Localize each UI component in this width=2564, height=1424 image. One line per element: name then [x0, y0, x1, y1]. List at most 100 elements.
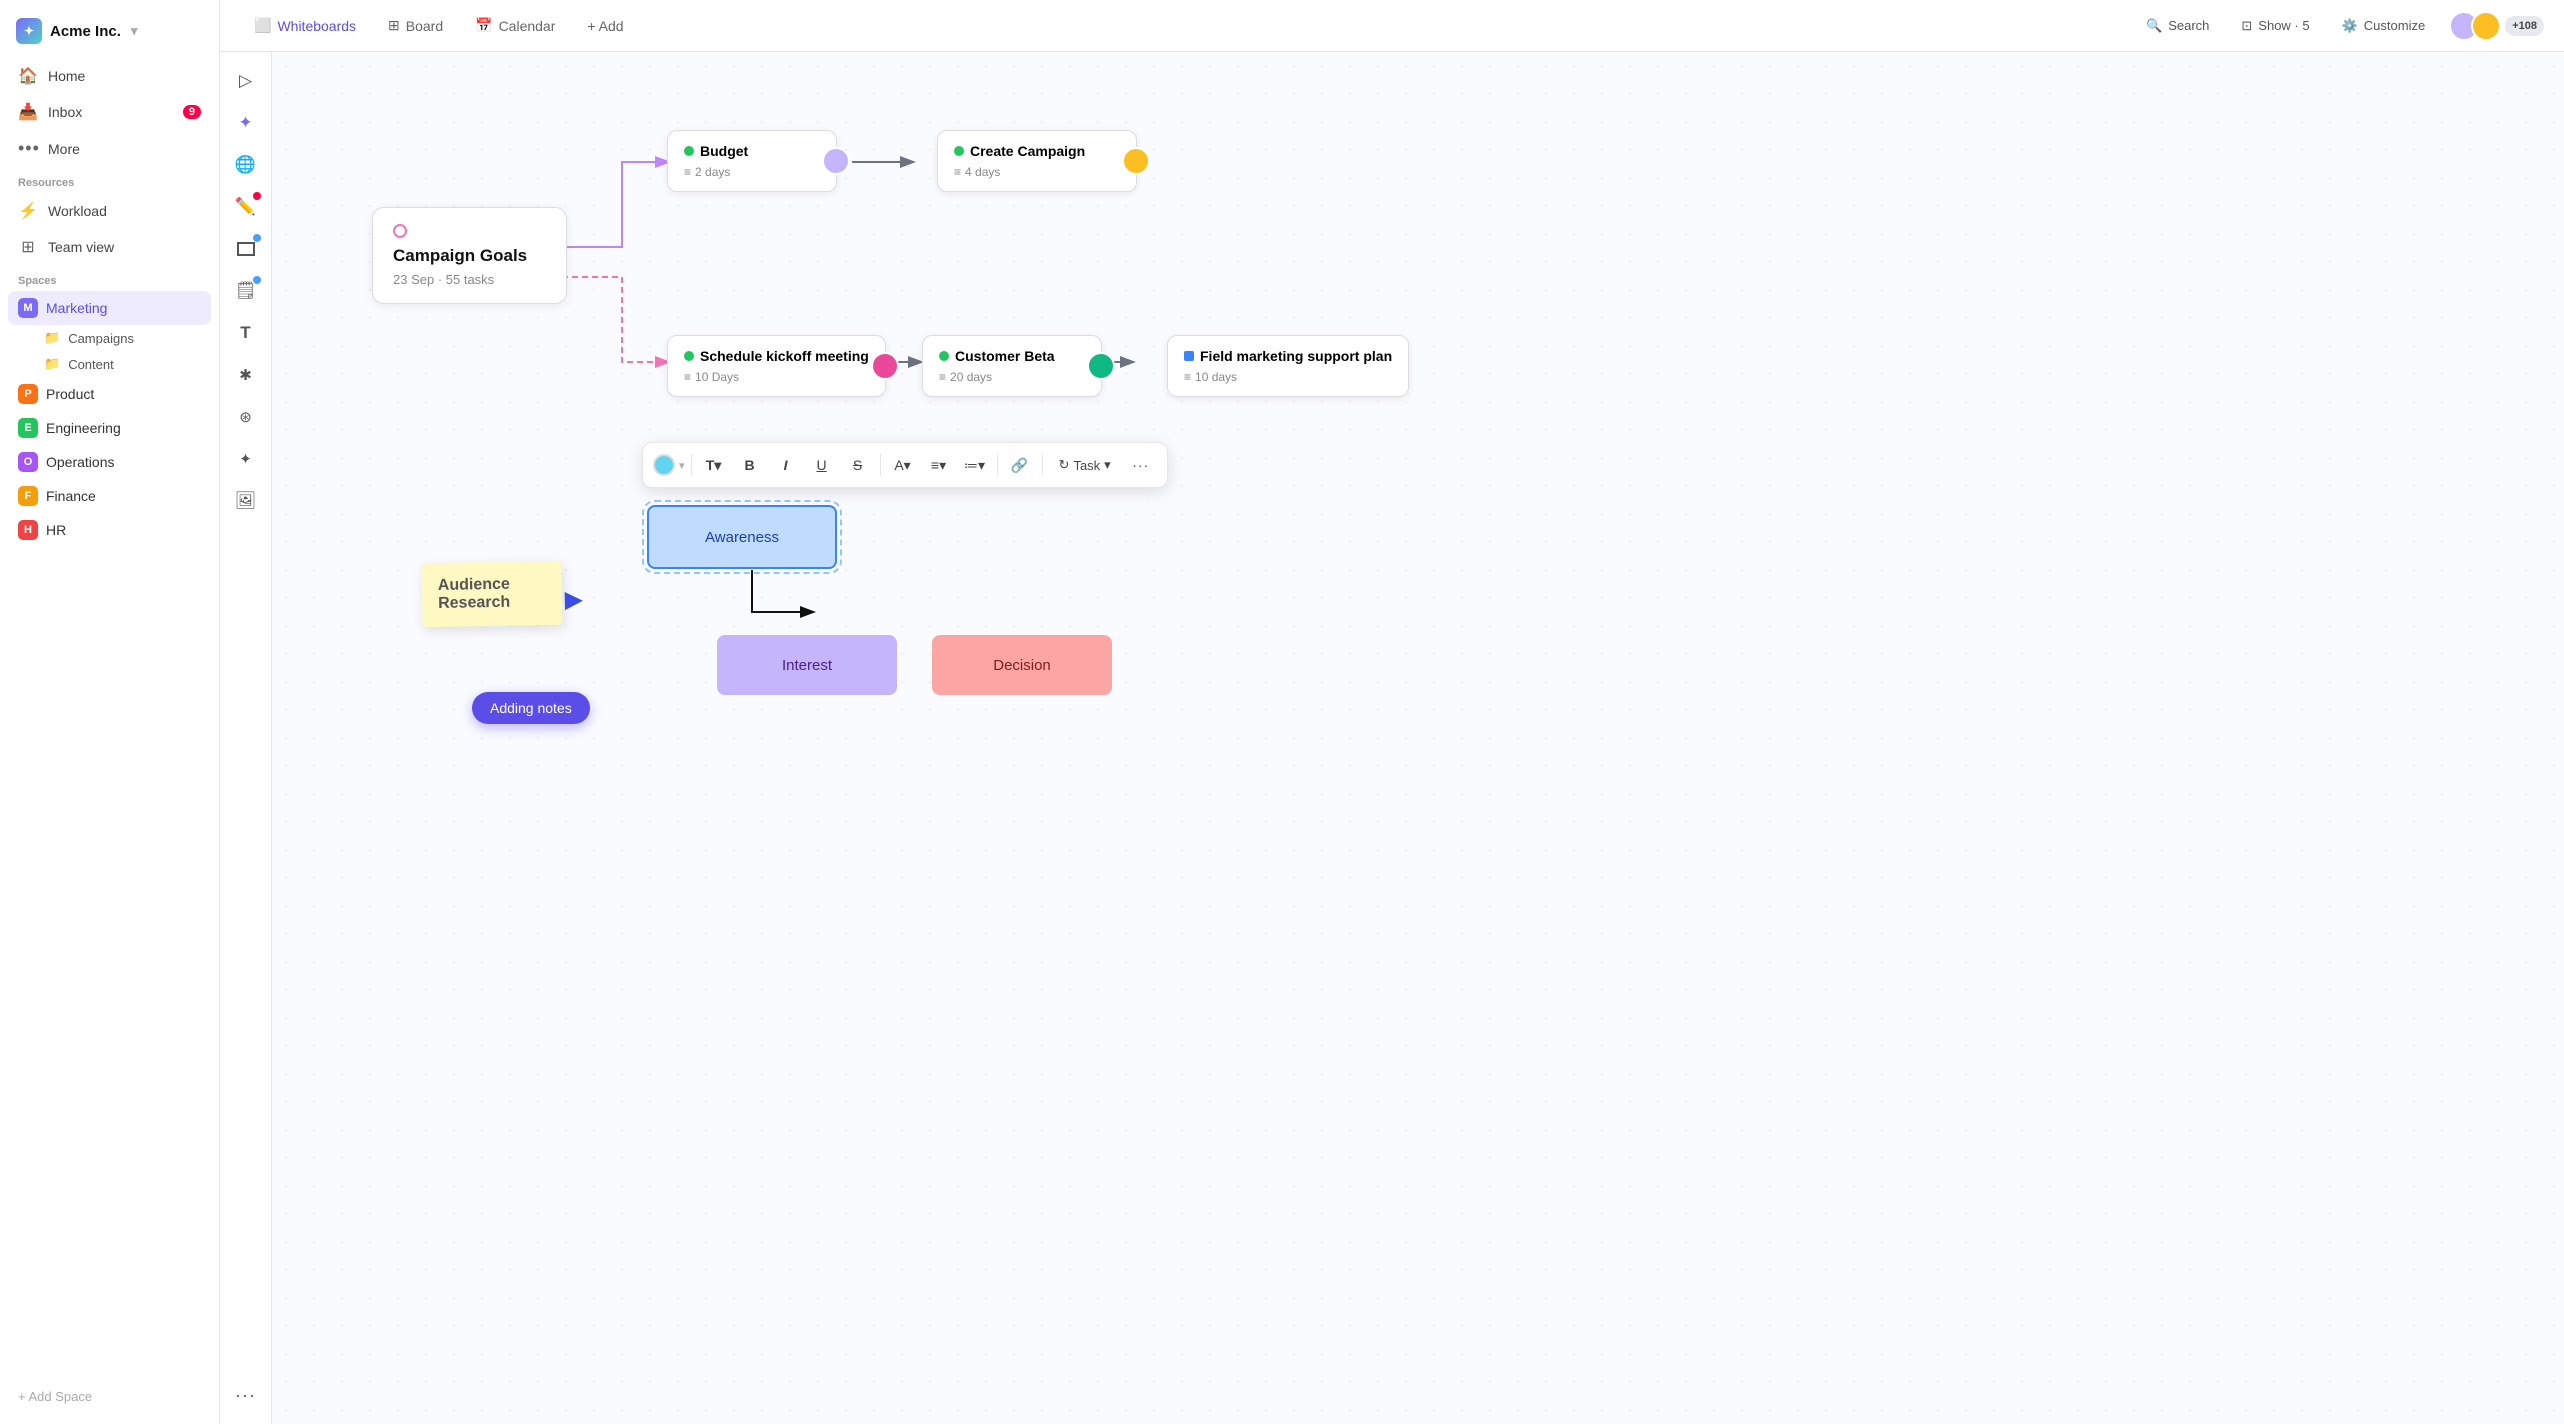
marketing-dot: M: [18, 298, 38, 318]
divider-4: [1042, 454, 1043, 476]
tab-add[interactable]: + Add: [573, 10, 637, 42]
pointer-icon: ▷: [239, 71, 252, 91]
group-icon: ⊛: [239, 408, 252, 426]
text-tool[interactable]: T: [227, 314, 265, 352]
sidebar-item-teamview[interactable]: ⊞ Team view: [8, 229, 211, 265]
sidebar-item-more-label: More: [48, 141, 80, 157]
customer-beta-avatar: [1087, 352, 1115, 380]
goal-status-icon: [393, 224, 407, 238]
customer-beta-days: 20 days: [950, 370, 992, 384]
search-button[interactable]: 🔍 Search: [2138, 14, 2217, 38]
budget-meta: ≡ 2 days: [684, 165, 820, 179]
customer-beta-node[interactable]: Customer Beta ≡ 20 days: [922, 335, 1102, 397]
avatar-count: +108: [2505, 16, 2544, 36]
sidebar: ✦ Acme Inc. ▾ 🏠 Home 📥 Inbox 9 ••• More …: [0, 0, 220, 1424]
create-campaign-avatar: [1122, 147, 1150, 175]
task-btn[interactable]: ↻ Task ▾: [1049, 453, 1121, 477]
color-dropdown-icon[interactable]: ▾: [679, 459, 685, 472]
field-marketing-node[interactable]: Field marketing support plan ≡ 10 days: [1167, 335, 1409, 397]
canvas[interactable]: Campaign Goals 23 Sep · 55 tasks Budget …: [272, 52, 2564, 1424]
sidebar-item-hr[interactable]: H HR: [8, 513, 211, 547]
more-tools-button[interactable]: ···: [227, 1376, 265, 1414]
add-space-button[interactable]: + Add Space: [0, 1381, 219, 1412]
connector-tool[interactable]: ✱: [227, 356, 265, 394]
group-tool[interactable]: ⊛: [227, 398, 265, 436]
strikethrough-btn[interactable]: S: [842, 449, 874, 481]
customize-button[interactable]: ⚙️ Customize: [2334, 14, 2434, 38]
sidebar-item-finance[interactable]: F Finance: [8, 479, 211, 513]
create-campaign-node[interactable]: Create Campaign ≡ 4 days: [937, 130, 1137, 192]
globe-icon: 🌐: [235, 155, 256, 175]
field-marketing-status-dot: [1184, 351, 1194, 361]
globe-tool[interactable]: 🌐: [227, 146, 265, 184]
pencil-dot: [253, 192, 261, 200]
sidebar-item-operations[interactable]: O Operations: [8, 445, 211, 479]
image-icon: 🖼: [235, 491, 257, 511]
more-tools-icon: ···: [235, 1385, 256, 1406]
magic-tool[interactable]: ✦: [227, 440, 265, 478]
sidebar-item-home[interactable]: 🏠 Home: [8, 58, 211, 94]
tab-board[interactable]: ⊞ Board: [374, 9, 457, 42]
sidebar-item-content[interactable]: 📁 Content: [8, 351, 211, 377]
awareness-box[interactable]: Awareness: [647, 505, 837, 569]
budget-node[interactable]: Budget ≡ 2 days: [667, 130, 837, 192]
create-campaign-meta: ≡ 4 days: [954, 165, 1120, 179]
align-btn[interactable]: ≡▾: [923, 449, 955, 481]
avatars-group: +108: [2449, 11, 2544, 41]
tab-calendar[interactable]: 📅 Calendar: [461, 9, 569, 42]
decision-label: Decision: [993, 657, 1051, 674]
board-tab-label: Board: [406, 18, 443, 34]
sidebar-item-inbox[interactable]: 📥 Inbox 9: [8, 94, 211, 130]
schedule-kickoff-node[interactable]: Schedule kickoff meeting ≡ 10 Days: [667, 335, 886, 397]
customer-beta-status-dot: [939, 351, 949, 361]
task-dropdown-icon: ▾: [1104, 457, 1111, 473]
note-icon: 🗒: [235, 281, 257, 301]
italic-btn[interactable]: I: [770, 449, 802, 481]
ai-tool[interactable]: ✦: [227, 104, 265, 142]
font-color-btn[interactable]: A▾: [887, 449, 919, 481]
tab-whiteboards[interactable]: ⬜ Whiteboards: [240, 9, 370, 42]
search-label: Search: [2168, 18, 2209, 33]
more-format-btn[interactable]: ···: [1125, 449, 1157, 481]
resources-nav: ⚡ Workload ⊞ Team view: [0, 193, 219, 265]
content-label: Content: [68, 357, 114, 372]
marketing-label: Marketing: [46, 300, 107, 316]
pointer-tool[interactable]: ▷: [227, 62, 265, 100]
campaign-goals-node[interactable]: Campaign Goals 23 Sep · 55 tasks: [372, 207, 567, 304]
product-label: Product: [46, 386, 94, 402]
connector-icon: ✱: [239, 366, 252, 384]
decision-box[interactable]: Decision: [932, 635, 1112, 695]
sidebar-item-more[interactable]: ••• More: [8, 130, 211, 167]
color-picker[interactable]: [653, 454, 675, 476]
rect-tool[interactable]: [227, 230, 265, 268]
app-dropdown-icon[interactable]: ▾: [131, 23, 138, 39]
pencil-tool[interactable]: ✏️: [227, 188, 265, 226]
sidebar-item-marketing[interactable]: M Marketing: [8, 291, 211, 325]
field-marketing-meta: ≡ 10 days: [1184, 370, 1392, 384]
home-icon: 🏠: [18, 66, 38, 86]
image-tool[interactable]: 🖼: [227, 482, 265, 520]
underline-btn[interactable]: U: [806, 449, 838, 481]
interest-box[interactable]: Interest: [717, 635, 897, 695]
finance-label: Finance: [46, 488, 96, 504]
awareness-label: Awareness: [705, 529, 779, 546]
sidebar-item-workload[interactable]: ⚡ Workload: [8, 193, 211, 229]
sticky-note[interactable]: Audience Research ▶: [421, 561, 562, 627]
refresh-icon: ↻: [1059, 457, 1070, 473]
ai-icon: ✦: [238, 113, 252, 133]
app-logo[interactable]: ✦ Acme Inc. ▾: [0, 12, 219, 58]
sidebar-item-engineering[interactable]: E Engineering: [8, 411, 211, 445]
goal-node-title: Campaign Goals: [393, 246, 546, 266]
sidebar-item-campaigns[interactable]: 📁 Campaigns: [8, 325, 211, 351]
show-button[interactable]: ⊡ Show · 5: [2233, 14, 2317, 38]
bold-btn[interactable]: B: [734, 449, 766, 481]
note-tool[interactable]: 🗒: [227, 272, 265, 310]
sidebar-item-product[interactable]: P Product: [8, 377, 211, 411]
text-style-btn[interactable]: T▾: [698, 449, 730, 481]
link-btn[interactable]: 🔗: [1004, 449, 1036, 481]
schedule-title: Schedule kickoff meeting: [700, 348, 869, 364]
sidebar-item-home-label: Home: [48, 68, 85, 84]
rect-dot: [253, 234, 261, 242]
list-btn[interactable]: ≔▾: [959, 449, 991, 481]
adding-notes-pill[interactable]: Adding notes: [472, 692, 590, 724]
